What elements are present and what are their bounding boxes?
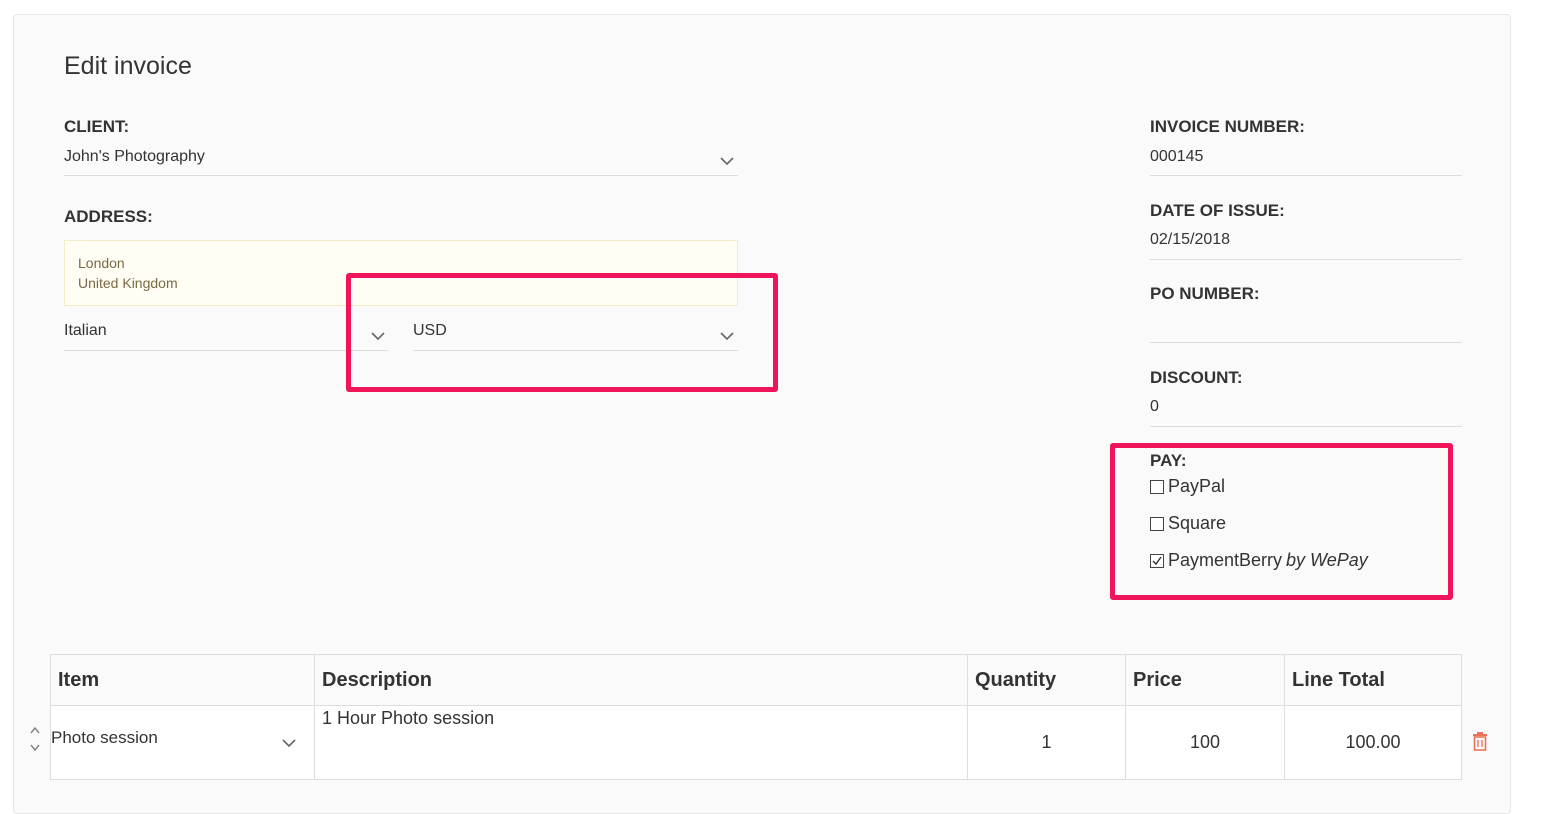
language-select[interactable]: Italian <box>64 318 388 351</box>
price-field[interactable]: 100 <box>1125 705 1285 780</box>
date-of-issue-label: DATE OF ISSUE: <box>1150 201 1285 220</box>
language-value: Italian <box>64 322 107 339</box>
description-field[interactable]: 1 Hour Photo session <box>314 705 968 780</box>
sort-arrows-icon[interactable] <box>28 723 42 755</box>
line-total-value: 100.00 <box>1284 705 1462 780</box>
date-of-issue-field[interactable]: 02/15/2018 <box>1150 227 1462 260</box>
client-value: John's Photography <box>64 148 205 165</box>
column-header-line-total: Line Total <box>1284 654 1462 706</box>
trash-icon[interactable] <box>1471 731 1489 751</box>
column-header-price: Price <box>1125 654 1285 706</box>
discount-label: DISCOUNT: <box>1150 368 1243 387</box>
column-header-item: Item <box>50 654 315 706</box>
discount-field[interactable]: 0 <box>1150 394 1462 427</box>
line-items-table: Item Description Quantity Price Line Tot… <box>50 654 1462 780</box>
invoice-number-label: INVOICE NUMBER: <box>1150 117 1305 136</box>
highlight-box-pay <box>1110 443 1453 600</box>
column-header-quantity: Quantity <box>967 654 1126 706</box>
highlight-box-currency <box>346 273 778 392</box>
po-number-label: PO NUMBER: <box>1150 284 1260 303</box>
page-title: Edit invoice <box>64 52 192 80</box>
item-select[interactable]: Photo session <box>50 705 315 780</box>
po-number-field[interactable] <box>1150 310 1462 343</box>
chevron-down-icon <box>718 152 736 170</box>
table-header-row: Item Description Quantity Price Line Tot… <box>50 654 1462 706</box>
column-header-description: Description <box>314 654 968 706</box>
client-select[interactable]: John's Photography <box>64 144 738 176</box>
table-row: Photo session 1 Hour Photo session 1 100… <box>50 705 1462 780</box>
discount-value: 0 <box>1150 398 1159 415</box>
item-value: Photo session <box>51 728 158 747</box>
invoice-number-value: 000145 <box>1150 148 1204 165</box>
client-label: CLIENT: <box>64 117 130 136</box>
description-value: 1 Hour Photo session <box>322 708 495 728</box>
address-line-2: United Kingdom <box>78 275 178 291</box>
chevron-down-icon <box>280 734 298 752</box>
address-label: ADDRESS: <box>64 207 153 226</box>
date-of-issue-value: 02/15/2018 <box>1150 231 1231 248</box>
address-line-1: London <box>78 255 125 271</box>
invoice-number-field[interactable]: 000145 <box>1150 144 1462 176</box>
quantity-field[interactable]: 1 <box>967 705 1126 780</box>
